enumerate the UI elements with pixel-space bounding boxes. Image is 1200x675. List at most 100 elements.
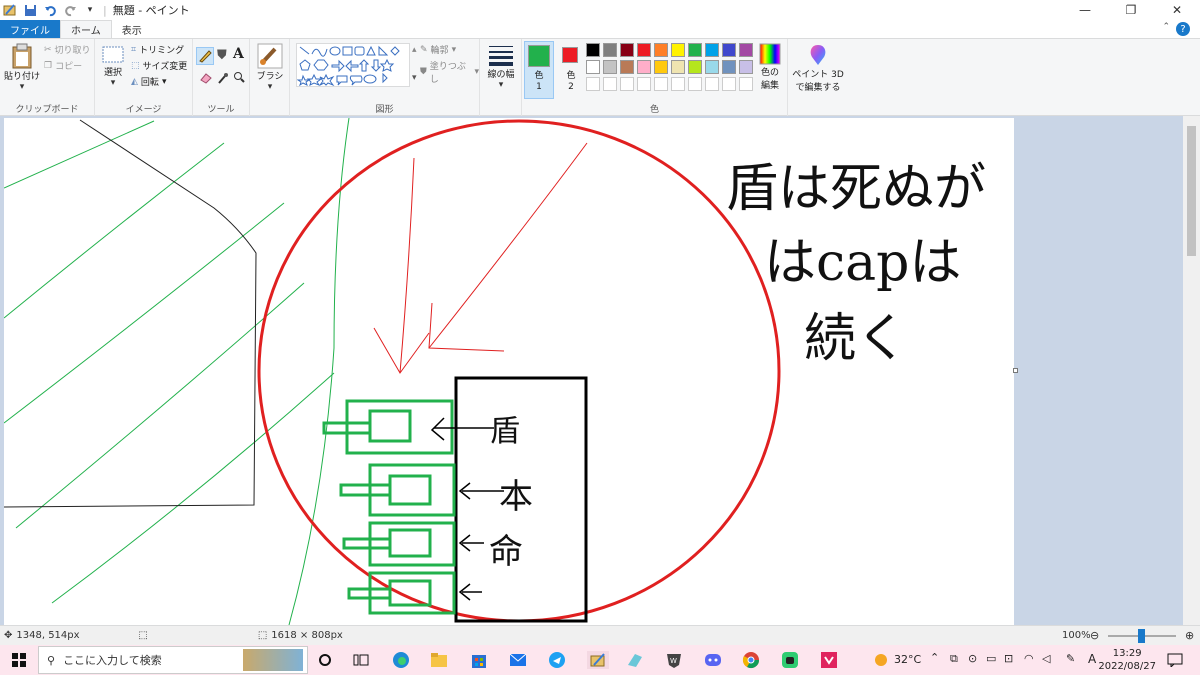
redo-icon[interactable] [63,3,77,17]
battery-icon[interactable]: ▭ [986,652,996,665]
tray-chevron-icon[interactable]: ⌃ [930,651,939,664]
customize-qat-icon[interactable]: ▾ [83,3,97,17]
taskbar-search[interactable]: ⚲ ここに入力して検索 [38,646,308,674]
palette-swatch[interactable] [722,60,736,74]
volume-icon[interactable]: ◁ [1042,652,1050,665]
app-icon-blue[interactable] [548,651,566,669]
line-width-dropdown-icon[interactable]: ▾ [499,80,504,90]
canvas-resize-handle[interactable] [1013,368,1018,373]
task-view-icon[interactable] [352,651,370,669]
color2-button[interactable] [562,47,578,63]
custom-color-slot[interactable] [739,77,753,91]
zoom-in-button[interactable]: ⊕ [1185,629,1194,642]
crop-button[interactable]: ⌗ トリミング [131,43,184,57]
palette-swatch[interactable] [705,60,719,74]
taskbar-clock[interactable]: 13:29 2022/08/27 [1098,647,1156,673]
maximize-button[interactable]: ❐ [1108,0,1154,20]
mail-icon[interactable] [509,651,527,669]
brushes-button[interactable]: ブラシ ▾ [254,43,286,92]
undo-icon[interactable] [43,3,57,17]
tab-view[interactable]: 表示 [112,20,152,38]
palette-swatch[interactable] [722,43,736,57]
custom-color-slot[interactable] [637,77,651,91]
resize-button[interactable]: ⬚ サイズ変更 [131,59,187,73]
select-button[interactable]: 選択 ▾ [99,45,127,88]
outline-button[interactable]: ✎ 輪郭 ▾ [420,43,456,57]
color-picker-tool[interactable] [217,72,229,84]
palette-swatch[interactable] [739,60,753,74]
line-width-button[interactable]: 線の幅 ▾ [484,43,518,90]
tray-app-icon-2[interactable]: ⊙ [968,652,977,665]
magnifier-tool[interactable] [233,71,245,83]
brushes-dropdown-icon[interactable]: ▾ [268,82,273,92]
tab-file[interactable]: ファイル [0,20,60,38]
cut-button[interactable]: ✂ 切り取り [44,43,91,57]
tray-app-icon-1[interactable]: ⧉ [950,652,958,666]
app-icon-red[interactable] [820,651,838,669]
palette-swatch[interactable] [586,60,600,74]
palette-swatch[interactable] [654,43,668,57]
tab-home[interactable]: ホーム [60,20,112,38]
palette-swatch[interactable] [688,60,702,74]
palette-swatch[interactable] [637,60,651,74]
palette-swatch[interactable] [620,60,634,74]
drawing-canvas[interactable]: 盾 本 命 盾は死ぬが はcapは 続く [3,117,1014,625]
shapes-gallery[interactable] [296,43,410,87]
pen-icon[interactable]: ✎ [1066,652,1075,665]
palette-swatch[interactable] [603,60,617,74]
palette-swatch[interactable] [620,43,634,57]
palette-swatch[interactable] [603,43,617,57]
chrome-icon[interactable] [742,651,760,669]
edit-colors-button[interactable]: 色の 編集 [756,43,784,91]
text-tool[interactable]: A [233,46,244,62]
palette-swatch[interactable] [671,60,685,74]
rotate-button[interactable]: ◭ 回転 ▾ [131,75,166,89]
custom-color-slot[interactable] [705,77,719,91]
select-dropdown-icon[interactable]: ▾ [111,78,116,88]
store-icon[interactable] [470,651,488,669]
paste-button[interactable]: 貼り付け ▾ [4,43,40,92]
palette-swatch[interactable] [671,43,685,57]
custom-color-slot[interactable] [603,77,617,91]
app-icon-cyan[interactable] [626,651,644,669]
palette-swatch[interactable] [688,43,702,57]
cortana-icon[interactable] [316,651,334,669]
save-icon[interactable] [23,3,37,17]
shapes-gallery-scroll[interactable]: ▴ [412,45,417,55]
zoom-out-button[interactable]: ⊖ [1090,629,1099,642]
collapse-ribbon-icon[interactable]: ⌃ [1162,22,1170,32]
close-button[interactable]: ✕ [1154,0,1200,20]
palette-swatch[interactable] [637,43,651,57]
help-icon[interactable]: ? [1176,22,1190,36]
wifi-icon[interactable]: ◠ [1024,652,1034,665]
world-of-tanks-icon[interactable]: W [665,651,683,669]
windows-start-icon[interactable] [10,651,28,669]
tray-app-icon-3[interactable]: ⊡ [1004,652,1013,665]
zoom-slider-thumb[interactable] [1138,629,1145,643]
vertical-scroll-thumb[interactable] [1187,126,1196,256]
discord-icon[interactable] [704,651,722,669]
custom-color-slot[interactable] [688,77,702,91]
eraser-tool[interactable] [199,72,213,84]
custom-color-slot[interactable] [671,77,685,91]
palette-swatch[interactable] [705,43,719,57]
pencil-tool[interactable] [196,47,214,65]
edit-with-paint3d-button[interactable]: ペイント 3D で編集する [790,43,846,93]
fill-tool[interactable]: ⛊ [217,48,227,63]
palette-swatch[interactable] [586,43,600,57]
custom-color-slot[interactable] [722,77,736,91]
minimize-button[interactable]: — [1062,0,1108,20]
file-explorer-icon[interactable] [430,651,448,669]
vertical-scrollbar[interactable] [1183,116,1200,625]
palette-swatch[interactable] [739,43,753,57]
custom-color-slot[interactable] [654,77,668,91]
custom-color-slot[interactable] [586,77,600,91]
paste-dropdown-icon[interactable]: ▾ [20,82,25,92]
shapes-gallery-more[interactable]: ▾ [412,73,417,83]
fill-button[interactable]: ⛊ 塗りつぶし ▾ [420,59,479,85]
custom-color-slot[interactable] [620,77,634,91]
palette-swatch[interactable] [654,60,668,74]
notifications-icon[interactable] [1166,651,1184,669]
weather-icon[interactable] [872,651,890,669]
edge-icon[interactable] [392,651,410,669]
